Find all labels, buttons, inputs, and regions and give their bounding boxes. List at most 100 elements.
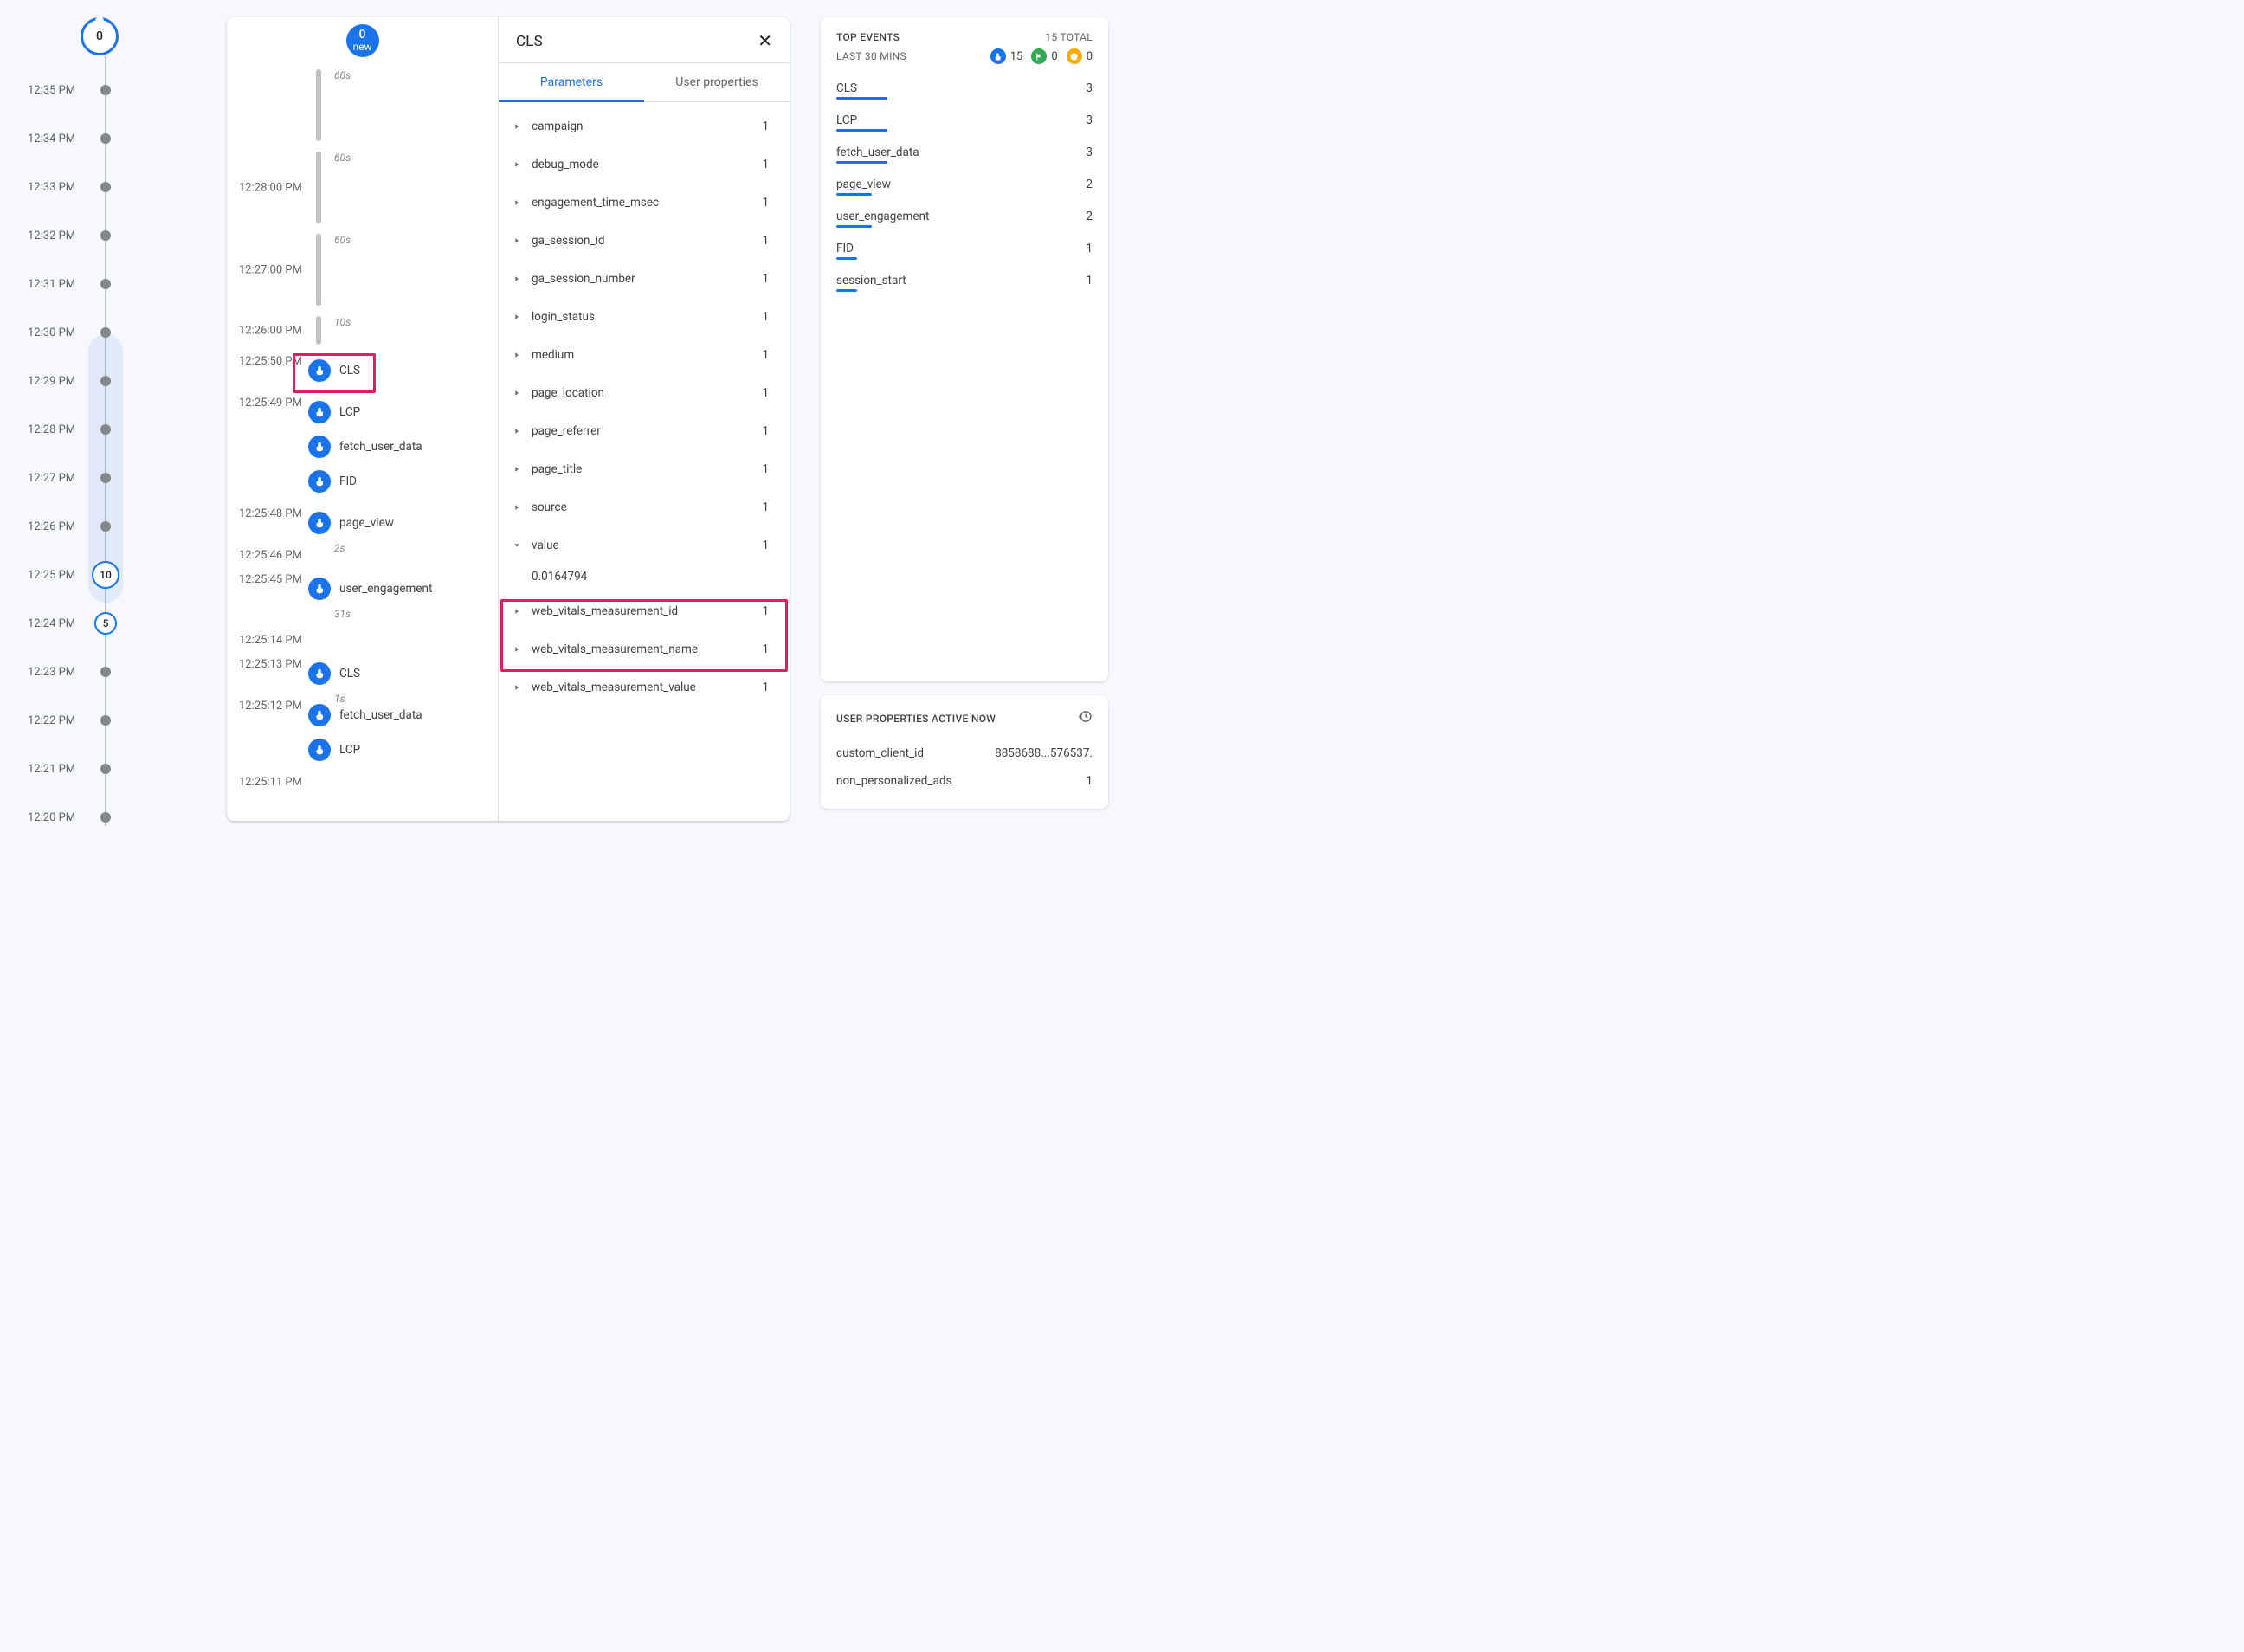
param-row[interactable]: web_vitals_measurement_id1: [499, 592, 790, 630]
minimap-row[interactable]: 12:33 PM: [100, 163, 199, 211]
param-name: ga_session_id: [532, 234, 762, 248]
user-property-value: 1: [1086, 774, 1093, 788]
minimap-dot: [100, 327, 111, 338]
top-event-row[interactable]: CLS3: [836, 76, 1093, 97]
top-event-name: fetch_user_data: [836, 145, 919, 159]
param-row[interactable]: page_location1: [499, 374, 790, 412]
param-row[interactable]: engagement_time_msec1: [499, 184, 790, 222]
event-row-fetch-user-data[interactable]: fetch_user_data: [239, 429, 498, 464]
event-detail-panel: CLS ✕ Parameters User properties campaig…: [498, 17, 790, 821]
minimap-row[interactable]: 12:24 PM5: [100, 599, 199, 648]
param-name: page_location: [532, 386, 762, 400]
chevron-down-icon: [511, 539, 523, 552]
param-row[interactable]: value1: [499, 526, 790, 565]
chevron-right-icon: [511, 349, 523, 361]
param-row[interactable]: ga_session_number1: [499, 260, 790, 298]
param-name: page_title: [532, 462, 762, 476]
minimap-time: 12:33 PM: [28, 181, 75, 194]
minimap-dot: [100, 424, 111, 435]
top-event-name: CLS: [836, 81, 857, 95]
minimap-row[interactable]: 12:22 PM: [100, 696, 199, 745]
minimap-row[interactable]: 12:30 PM: [100, 308, 199, 357]
minimap-dot: [100, 764, 111, 774]
touch-icon: [308, 739, 331, 761]
minimap-dot: [100, 85, 111, 95]
tab-parameters[interactable]: Parameters: [499, 63, 644, 101]
user-property-name: custom_client_id: [836, 746, 924, 760]
user-property-row: custom_client_id 8858688...576537.: [836, 739, 1093, 767]
param-row[interactable]: medium1: [499, 336, 790, 374]
minimap-row[interactable]: 12:27 PM: [100, 454, 199, 502]
user-property-value: 8858688...576537.: [995, 746, 1093, 760]
touch-icon: [308, 436, 331, 458]
param-row[interactable]: source1: [499, 488, 790, 526]
minimap-row[interactable]: 12:25 PM10: [100, 551, 199, 599]
event-row-fid[interactable]: FID: [239, 464, 498, 499]
param-count: 1: [762, 272, 769, 286]
top-event-row[interactable]: session_start1: [836, 268, 1093, 289]
minimap-dot: [100, 230, 111, 241]
chevron-right-icon: [511, 425, 523, 437]
param-name: engagement_time_msec: [532, 196, 762, 210]
minimap-row[interactable]: 12:26 PM: [100, 502, 199, 551]
minimap-time: 12:21 PM: [28, 763, 75, 776]
minimap-row[interactable]: 12:35 PM: [100, 66, 199, 114]
user-properties-card: USER PROPERTIES ACTIVE NOW custom_client…: [821, 695, 1108, 809]
touch-icon: [308, 512, 331, 534]
top-event-row[interactable]: page_view2: [836, 172, 1093, 193]
pill-conversion[interactable]: 0: [1031, 48, 1057, 64]
top-event-bar: [836, 161, 887, 164]
minimap-time: 12:34 PM: [28, 132, 75, 145]
tab-user-properties[interactable]: User properties: [644, 63, 790, 101]
minimap-time: 12:20 PM: [28, 811, 75, 824]
param-row[interactable]: page_title1: [499, 450, 790, 488]
minimap-row[interactable]: 12:23 PM: [100, 648, 199, 696]
close-button[interactable]: ✕: [758, 33, 772, 50]
param-row[interactable]: campaign1: [499, 107, 790, 145]
minimap-row[interactable]: 12:32 PM: [100, 211, 199, 260]
event-row-lcp-2[interactable]: LCP: [239, 732, 498, 767]
minimap-time: 12:32 PM: [28, 229, 75, 242]
top-event-row[interactable]: user_engagement2: [836, 204, 1093, 225]
param-row[interactable]: page_referrer1: [499, 412, 790, 450]
minimap-time: 12:35 PM: [28, 84, 75, 97]
pill-error[interactable]: 0: [1067, 48, 1093, 64]
stream-new-badge: 0 new: [346, 24, 379, 57]
minimap-row[interactable]: 12:31 PM: [100, 260, 199, 308]
minimap-row[interactable]: 12:21 PM: [100, 745, 199, 793]
minimap-row[interactable]: 12:34 PM: [100, 114, 199, 163]
pill-analytics[interactable]: 15: [990, 48, 1023, 64]
minimap-row[interactable]: 12:20 PM: [100, 793, 199, 842]
user-property-row: non_personalized_ads 1: [836, 767, 1093, 795]
top-event-row[interactable]: fetch_user_data3: [836, 140, 1093, 161]
history-icon[interactable]: [1078, 709, 1093, 727]
minimap-count-ring: 5: [94, 612, 117, 635]
minimap-dot: [100, 182, 111, 192]
top-event-count: 2: [1086, 177, 1093, 191]
minimap-dot: [100, 133, 111, 144]
param-row[interactable]: debug_mode1: [499, 145, 790, 184]
top-events-title: TOP EVENTS: [836, 31, 900, 43]
chevron-right-icon: [511, 387, 523, 399]
top-event-bar: [836, 289, 857, 292]
param-row[interactable]: ga_session_id1: [499, 222, 790, 260]
minimap-now-badge: 0: [81, 17, 119, 55]
param-count: 1: [762, 642, 769, 656]
minimap-dot: [100, 812, 111, 823]
top-event-count: 1: [1086, 274, 1093, 287]
user-property-name: non_personalized_ads: [836, 774, 951, 788]
minimap-now-count: 0: [96, 29, 103, 43]
param-row[interactable]: login_status1: [499, 298, 790, 336]
param-row[interactable]: web_vitals_measurement_name1: [499, 630, 790, 668]
minimap-row[interactable]: 12:28 PM: [100, 405, 199, 454]
param-row[interactable]: web_vitals_measurement_value1: [499, 668, 790, 707]
touch-icon: [308, 578, 331, 600]
top-event-row[interactable]: FID1: [836, 236, 1093, 257]
param-count: 1: [762, 604, 769, 618]
touch-icon: [308, 401, 331, 423]
top-event-row[interactable]: LCP3: [836, 108, 1093, 129]
chevron-right-icon: [511, 120, 523, 132]
minimap-row[interactable]: 12:29 PM: [100, 357, 199, 405]
param-name: ga_session_number: [532, 272, 762, 286]
minimap-dot: [100, 376, 111, 386]
